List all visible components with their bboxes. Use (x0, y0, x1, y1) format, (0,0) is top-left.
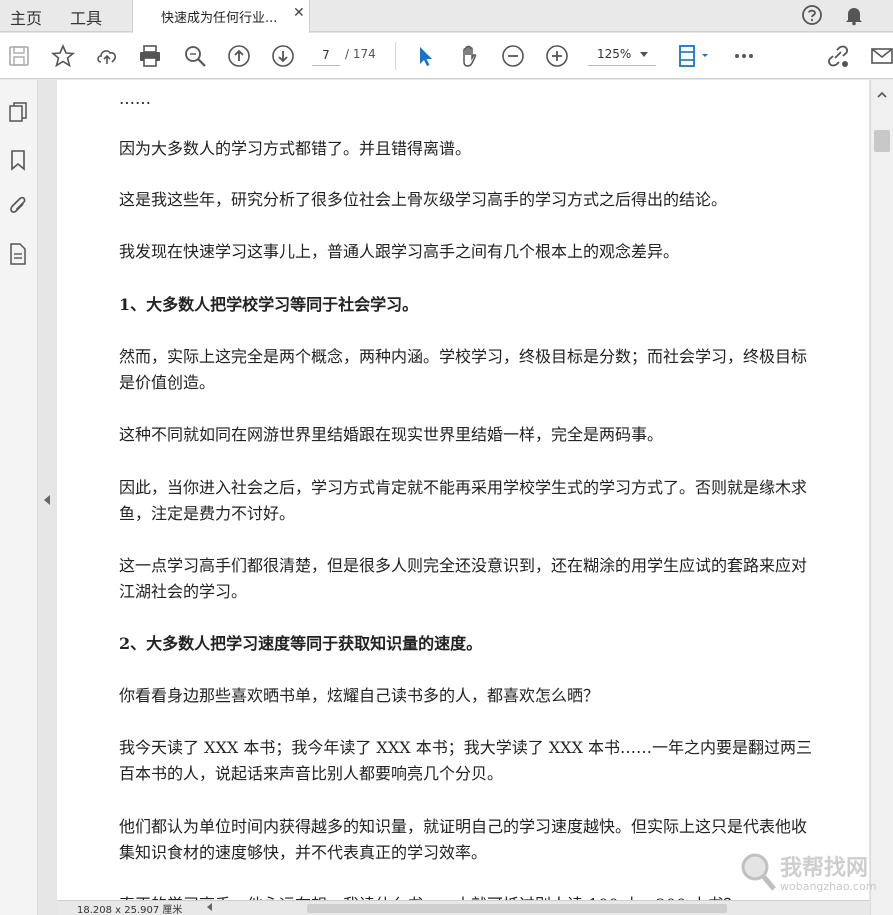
share-link-icon[interactable] (825, 43, 851, 69)
next-page-icon[interactable] (270, 43, 296, 69)
scroll-left-arrow-icon[interactable] (207, 903, 212, 911)
zoom-out-icon[interactable] (500, 43, 526, 69)
hand-tool-icon[interactable] (456, 43, 482, 69)
zoom-level-value: 125% (597, 47, 632, 61)
paragraph: 这种不同就如同在网游世界里结婚跟在现实世界里结婚一样，完全是两码事。 (119, 425, 664, 444)
paragraph: 我今天读了 XXX 本书；我今年读了 XXX 本书；我大学读了 XXX 本书……… (119, 738, 813, 783)
chevron-down-icon (640, 52, 648, 57)
paragraph: …… (119, 89, 151, 108)
select-cursor-icon[interactable] (412, 43, 438, 69)
paragraph: 你看看身边那些喜欢晒书单，炫耀自己读书多的人，都喜欢怎么晒？ (119, 686, 600, 705)
document-page: …… 因为大多数人的学习方式都错了。并且错得离谱。 这是我这些年，研究分析了很多… (57, 80, 869, 915)
watermark-name: 我帮找网 (780, 856, 869, 881)
magnifier-logo-icon (741, 853, 776, 891)
more-options-icon[interactable] (731, 43, 757, 69)
section-heading: 1、大多数人把学校学习等同于社会学习。 (119, 295, 419, 314)
print-icon[interactable] (137, 43, 163, 69)
previous-page-icon[interactable] (226, 43, 252, 69)
paragraph: 我发现在快速学习这事儿上，普通人跟学习高手之间有几个根本上的观念差异。 (119, 242, 680, 261)
scrollbar-thumb[interactable] (874, 130, 890, 152)
help-icon[interactable] (801, 4, 823, 26)
page-view-mode-icon[interactable] (676, 43, 714, 69)
watermark-url: wobangzhao.com (780, 880, 877, 893)
zoom-in-icon[interactable] (544, 43, 570, 69)
navigation-pane (0, 80, 38, 915)
email-icon[interactable] (869, 43, 893, 69)
nav-home[interactable]: 主页 (10, 5, 42, 29)
paragraph: 然而，实际上这完全是两个概念，两种内涵。学校学习，终极目标是分数；而社会学习，终… (119, 347, 808, 392)
notification-bell-icon[interactable] (843, 4, 865, 26)
zoom-level-dropdown[interactable]: 125% (588, 44, 656, 66)
tab-bar: 主页 工具 快速成为任何行业... ✕ (0, 0, 893, 33)
document-tab-title: 快速成为任何行业... (161, 11, 278, 26)
watermark: 我帮找网 wobangzhao.com (738, 848, 888, 906)
section-heading: 2、大多数人把学习速度等同于获取知识量的速度。 (119, 634, 483, 653)
horizontal-scrollbar-thumb[interactable] (307, 904, 727, 913)
page-size-label: 18.208 x 25.907 厘米 (77, 905, 183, 915)
collapse-pane-arrow-icon[interactable] (44, 495, 50, 505)
attachment-icon[interactable] (7, 194, 29, 218)
page-total-label: / 174 (345, 47, 376, 61)
paragraph: 他们都认为单位时间内获得越多的知识量，就证明自己的学习速度越快。但实际上这只是代… (119, 817, 808, 862)
zoom-search-icon[interactable] (182, 43, 208, 69)
bookmark-star-icon[interactable] (50, 43, 76, 69)
document-tab[interactable]: 快速成为任何行业... ✕ (132, 0, 310, 33)
page-thumbnails-icon[interactable] (7, 100, 29, 124)
bookmark-icon[interactable] (7, 148, 29, 172)
vertical-scrollbar[interactable] (870, 80, 893, 915)
paragraph: 因为大多数人的学习方式都错了。并且错得离谱。 (119, 139, 472, 158)
save-icon[interactable] (6, 43, 32, 69)
paragraph: 这是我这些年，研究分析了很多位社会上骨灰级学习高手的学习方式之后得出的结论。 (119, 190, 728, 209)
paragraph: 因此，当你进入社会之后，学习方式肯定就不能再采用学校学生式的学习方式了。否则就是… (119, 478, 808, 523)
paragraph: 这一点学习高手们都很清楚，但是很多人则完全还没意识到，还在糊涂的用学生应试的套路… (119, 556, 808, 601)
upload-cloud-icon[interactable] (94, 43, 120, 69)
toolbar: / 174 125% (0, 33, 893, 79)
scroll-up-arrow-icon[interactable] (877, 90, 887, 100)
nav-tools[interactable]: 工具 (70, 5, 102, 29)
document-properties-icon[interactable] (7, 242, 29, 266)
page-number-input[interactable] (312, 44, 340, 66)
toolbar-divider (395, 42, 396, 70)
close-tab-icon[interactable]: ✕ (293, 5, 305, 21)
